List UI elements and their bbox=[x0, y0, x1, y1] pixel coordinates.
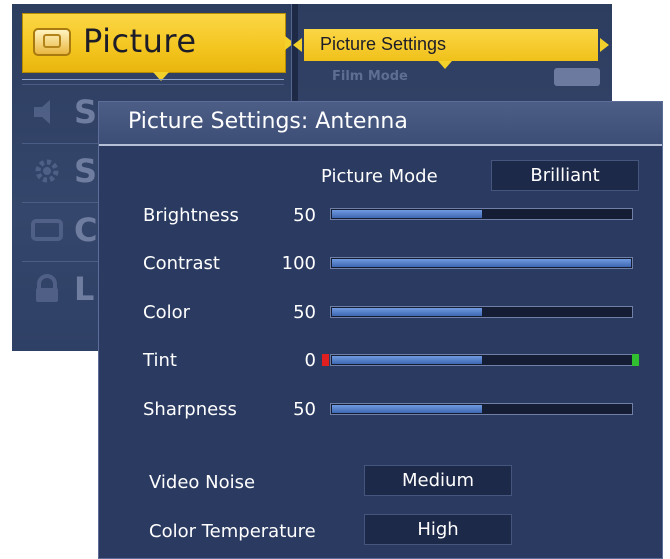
slider-fill bbox=[332, 259, 631, 267]
left-arrow-icon bbox=[293, 38, 302, 52]
video-noise-button[interactable]: Medium bbox=[364, 465, 512, 496]
slider-fill bbox=[332, 210, 482, 218]
picture-settings-tab[interactable]: Picture Settings bbox=[293, 29, 609, 69]
sidebar-item-label: S bbox=[74, 152, 98, 190]
sidebar-item-label: S bbox=[74, 93, 98, 131]
right-arrow-icon bbox=[600, 38, 609, 52]
picture-mode-label: Picture Mode bbox=[321, 166, 438, 187]
down-arrow-icon bbox=[438, 61, 452, 69]
color-label: Color bbox=[143, 302, 190, 323]
lock-icon bbox=[36, 274, 58, 302]
tab-underline bbox=[22, 79, 284, 80]
picture-tab[interactable]: Picture bbox=[22, 13, 294, 81]
picture-mode-button[interactable]: Brilliant bbox=[491, 160, 639, 191]
sharpness-value: 50 bbox=[293, 399, 316, 420]
picture-tab-label: Picture bbox=[83, 22, 197, 60]
slider-fill bbox=[332, 405, 482, 413]
channel-icon bbox=[31, 219, 63, 241]
dialog-header: Picture Settings: Antenna bbox=[99, 102, 662, 146]
dialog-title: Picture Settings: Antenna bbox=[128, 109, 408, 134]
color-slider[interactable] bbox=[330, 306, 633, 318]
picture-settings-tab-label: Picture Settings bbox=[320, 34, 447, 54]
tint-value: 0 bbox=[304, 350, 316, 371]
sharpness-label: Sharpness bbox=[143, 399, 237, 420]
gear-icon bbox=[35, 159, 59, 183]
tint-label: Tint bbox=[143, 350, 177, 371]
sharpness-slider[interactable] bbox=[330, 403, 633, 415]
slider-fill bbox=[332, 356, 482, 364]
sidebar-item-label: L bbox=[74, 270, 95, 308]
brightness-label: Brightness bbox=[143, 205, 239, 226]
film-mode-label: Film Mode bbox=[332, 69, 408, 84]
contrast-slider[interactable] bbox=[330, 257, 633, 269]
tint-green-marker bbox=[632, 354, 639, 366]
contrast-label: Contrast bbox=[143, 253, 220, 274]
color-temperature-label: Color Temperature bbox=[149, 521, 316, 542]
color-temperature-button[interactable]: High bbox=[364, 514, 512, 545]
brightness-slider[interactable] bbox=[330, 208, 633, 220]
color-value: 50 bbox=[293, 302, 316, 323]
picture-icon bbox=[33, 28, 71, 56]
video-noise-label: Video Noise bbox=[149, 472, 256, 493]
speaker-icon bbox=[34, 100, 50, 124]
tint-red-marker bbox=[322, 354, 329, 366]
tint-slider[interactable] bbox=[330, 354, 633, 366]
brightness-value: 50 bbox=[293, 205, 316, 226]
picture-settings-dialog: Picture Settings: Antenna Picture Mode B… bbox=[98, 101, 663, 559]
film-mode-value bbox=[554, 68, 600, 86]
contrast-value: 100 bbox=[281, 253, 316, 274]
slider-fill bbox=[332, 308, 482, 316]
sidebar-item-label: C bbox=[74, 211, 98, 249]
